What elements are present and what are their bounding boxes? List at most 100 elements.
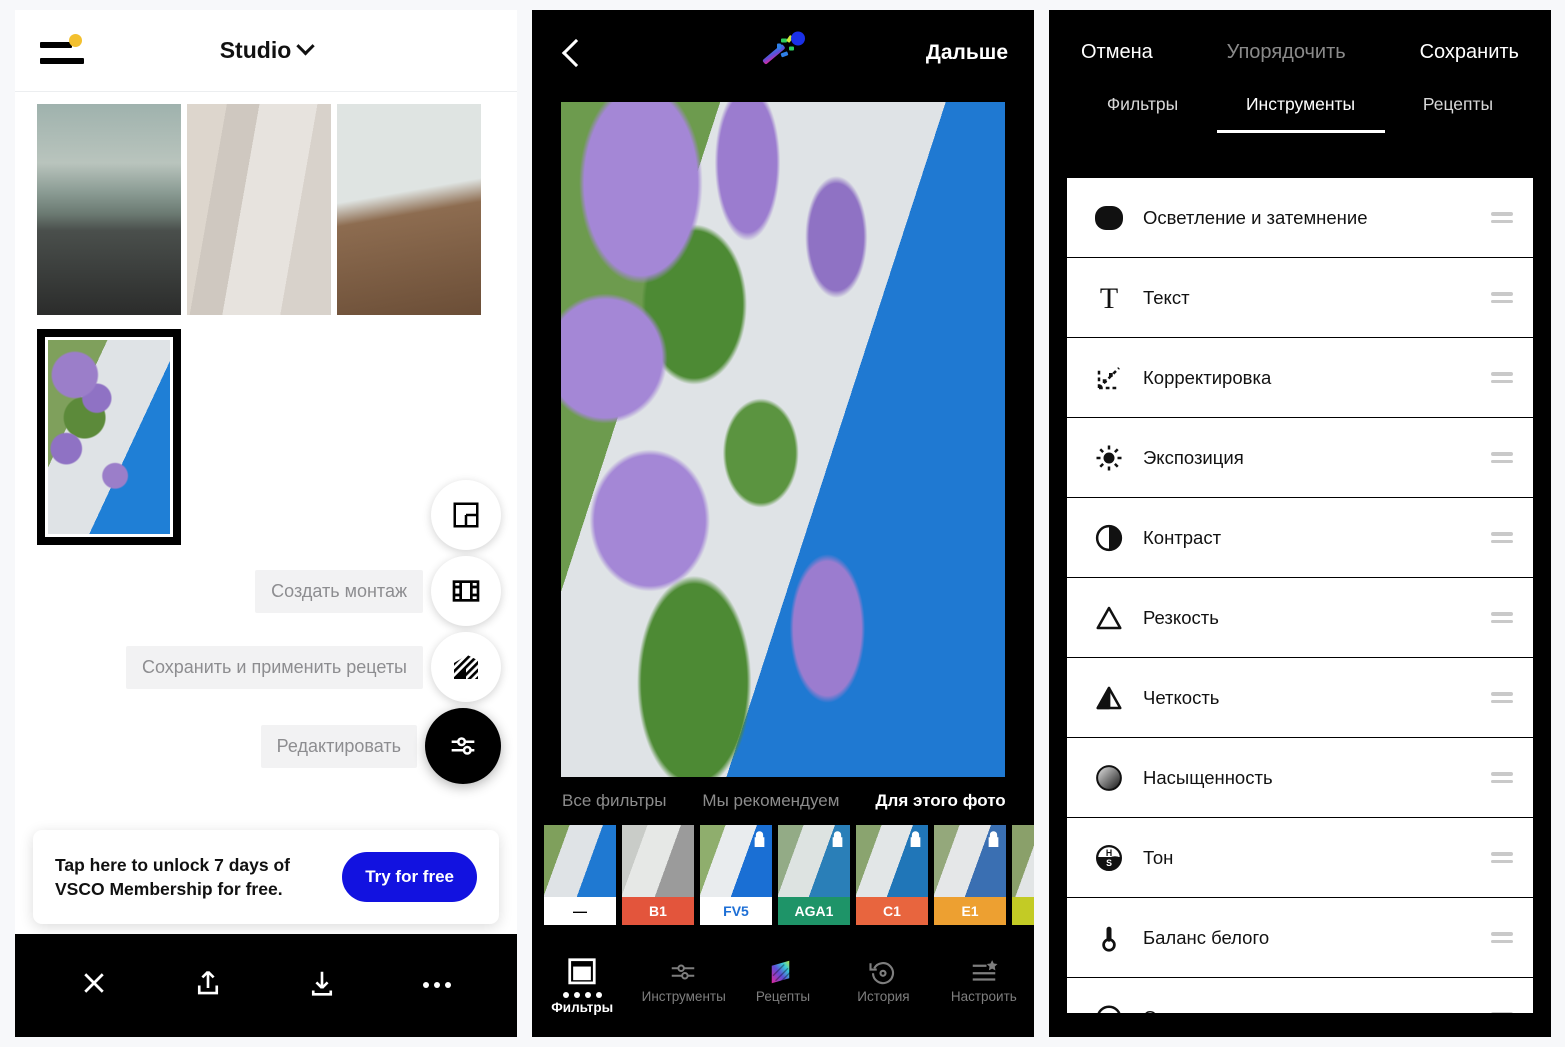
editor-header: Дальше — [532, 10, 1034, 95]
photo-grid — [15, 92, 517, 315]
nav-tools[interactable]: Инструменты — [632, 949, 732, 1037]
tools-header: Отмена Упорядочить Сохранить — [1049, 10, 1551, 94]
reorder-button[interactable]: Упорядочить — [1227, 41, 1346, 64]
membership-promo-banner[interactable]: Tap here to unlock 7 days of VSCO Member… — [33, 830, 499, 924]
tool-row-adjust[interactable]: Корректировка — [1067, 338, 1533, 418]
grid-thumb-coffee[interactable] — [337, 104, 481, 315]
drag-handle-icon[interactable] — [1491, 612, 1513, 623]
filter-cell-none[interactable]: — — [544, 825, 616, 925]
save-button[interactable]: Сохранить — [1420, 41, 1519, 64]
more-icon[interactable] — [421, 977, 453, 995]
filter-cell-c1[interactable]: C1 — [856, 825, 928, 925]
nav-label: Фильтры — [551, 1000, 614, 1015]
drag-handle-icon[interactable] — [1491, 852, 1513, 863]
tool-label: Резкость — [1143, 606, 1219, 628]
drag-handle-icon[interactable] — [1491, 772, 1513, 783]
tab-filters[interactable]: Фильтры — [1107, 94, 1178, 133]
tools-tabbar: Фильтры Инструменты Рецепты — [1049, 94, 1551, 166]
filter-tab-all[interactable]: Все фильтры — [544, 791, 684, 811]
tab-recipes[interactable]: Рецепты — [1423, 94, 1493, 133]
try-for-free-button[interactable]: Try for free — [342, 852, 477, 902]
drag-handle-icon[interactable] — [1491, 292, 1513, 303]
drag-handle-icon[interactable] — [1491, 372, 1513, 383]
filter-cell-e1[interactable]: E1 — [934, 825, 1006, 925]
collage-icon[interactable] — [431, 480, 501, 550]
grid-thumb-car[interactable] — [37, 104, 181, 315]
back-chevron-icon[interactable] — [558, 38, 591, 67]
white-balance-icon — [1087, 923, 1131, 953]
recipes-icon[interactable] — [431, 632, 501, 702]
filter-label: C1 — [883, 903, 901, 919]
filter-cell-next[interactable] — [1012, 825, 1034, 925]
svg-text:H: H — [1106, 848, 1112, 858]
editor-bottom-nav: Фильтры Инструменты Рецепты История Наст… — [532, 949, 1034, 1037]
create-montage-label[interactable]: Создать монтаж — [255, 569, 423, 613]
tool-row-white-balance[interactable]: Баланс белого — [1067, 898, 1533, 978]
filter-cell-aga1[interactable]: AGA1 — [778, 825, 850, 925]
action-row-edit: Редактировать — [31, 708, 501, 784]
cancel-button[interactable]: Отмена — [1081, 41, 1153, 64]
filter-tab-for-this-photo[interactable]: Для этого фото — [857, 791, 1023, 811]
saturation-icon — [1087, 763, 1131, 793]
chevron-down-icon — [296, 37, 315, 56]
tool-list[interactable]: Осветление и затемнение T Текст Корректи… — [1067, 178, 1533, 1013]
filter-label: — — [573, 903, 587, 919]
filter-cell-fv5[interactable]: FV5 — [700, 825, 772, 925]
contrast-icon — [1087, 523, 1131, 553]
filter-thumbnail-strip[interactable]: — B1 FV5 AGA1 C1 E1 — [532, 825, 1034, 925]
tab-tools[interactable]: Инструменты — [1246, 94, 1355, 133]
drag-handle-icon[interactable] — [1491, 932, 1513, 943]
next-button[interactable]: Дальше — [926, 41, 1008, 65]
tool-label: Экспозиция — [1143, 446, 1244, 468]
save-apply-recipes-label[interactable]: Сохранить и применить рецеты — [125, 645, 423, 689]
text-icon: T — [1087, 283, 1131, 313]
studio-panel: Studio Создать монтаж Сохранить и примен… — [15, 10, 517, 1037]
nav-label: Рецепты — [755, 989, 811, 1004]
drag-handle-icon[interactable] — [1491, 692, 1513, 703]
studio-title-text: Studio — [219, 37, 292, 63]
tool-row-text[interactable]: T Текст — [1067, 258, 1533, 338]
download-icon[interactable] — [307, 967, 337, 1004]
lock-icon — [754, 831, 765, 847]
edit-label[interactable]: Редактировать — [260, 724, 417, 768]
filter-label: AGA1 — [794, 903, 834, 919]
drag-handle-icon[interactable] — [1491, 452, 1513, 463]
tool-label: Четкость — [1143, 686, 1220, 708]
promo-text: Tap here to unlock 7 days of VSCO Member… — [55, 854, 291, 899]
sharpen-icon — [1087, 603, 1131, 633]
tool-row-exposure[interactable]: Экспозиция — [1067, 418, 1533, 498]
filter-tab-popular[interactable]: Поп — [1024, 791, 1034, 811]
tool-row-skin-tone[interactable]: Оттенок кожи — [1067, 978, 1533, 1013]
drag-handle-icon[interactable] — [1491, 1012, 1513, 1013]
action-row-recipes: Сохранить и применить рецеты — [31, 632, 501, 702]
sliders-icon[interactable] — [425, 708, 501, 784]
main-photo-preview[interactable] — [561, 102, 1005, 777]
nav-history[interactable]: История — [833, 949, 933, 1037]
nav-recipes[interactable]: Рецепты — [733, 949, 833, 1037]
drag-handle-icon[interactable] — [1491, 532, 1513, 543]
hamburger-icon[interactable] — [38, 34, 84, 66]
tone-icon: H S — [1087, 843, 1131, 873]
nav-filters[interactable]: Фильтры — [532, 949, 632, 1037]
tool-row-clarity[interactable]: Четкость — [1067, 658, 1533, 738]
exposure-icon — [1087, 443, 1131, 473]
tool-row-dodge-burn[interactable]: Осветление и затемнение — [1067, 178, 1533, 258]
share-icon[interactable] — [193, 967, 223, 1004]
page-title[interactable]: Studio — [15, 37, 517, 64]
tool-row-saturation[interactable]: Насыщенность — [1067, 738, 1533, 818]
tool-row-tone[interactable]: H S Тон — [1067, 818, 1533, 898]
filter-tab-recommended[interactable]: Мы рекомендуем — [684, 791, 857, 811]
svg-text:T: T — [1100, 283, 1118, 313]
nav-customize[interactable]: Настроить — [934, 949, 1034, 1037]
studio-actions: Создать монтаж Сохранить и применить рец… — [31, 480, 501, 790]
tools-footer-bar — [1049, 1015, 1551, 1037]
filter-cell-b1[interactable]: B1 — [622, 825, 694, 925]
filter-label: B1 — [649, 903, 667, 919]
magic-wand-icon[interactable] — [759, 29, 807, 76]
film-strip-icon[interactable] — [431, 556, 501, 626]
close-icon[interactable] — [79, 968, 109, 1003]
drag-handle-icon[interactable] — [1491, 212, 1513, 223]
tool-row-sharpen[interactable]: Резкость — [1067, 578, 1533, 658]
tool-row-contrast[interactable]: Контраст — [1067, 498, 1533, 578]
grid-thumb-dress[interactable] — [187, 104, 331, 315]
